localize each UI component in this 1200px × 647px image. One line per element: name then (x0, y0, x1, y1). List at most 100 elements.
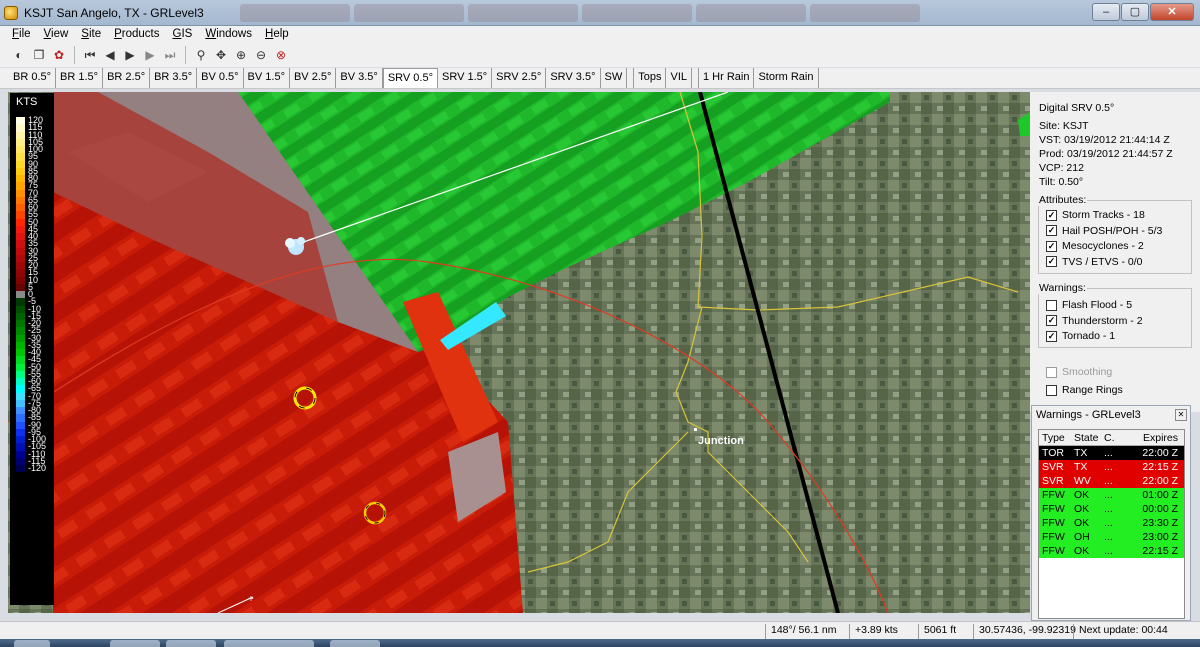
warnings-close-icon[interactable]: ✕ (1175, 409, 1187, 421)
close-button[interactable]: ✕ (1150, 3, 1194, 21)
menu-products[interactable]: Products (108, 26, 166, 43)
table-row[interactable]: FFW OK... 23:30 Z (1039, 516, 1184, 530)
tab-srv-1-5[interactable]: SRV 1.5° (438, 68, 493, 88)
checkbox-box[interactable]: ✓ (1046, 256, 1057, 267)
checkbox-storm-tracks[interactable]: ✓ Storm Tracks - 18 (1046, 209, 1145, 221)
menu-file[interactable]: File (6, 26, 38, 43)
zoom-reset-icon[interactable]: ⊗ (272, 46, 290, 64)
taskbar-app-button[interactable] (224, 640, 314, 647)
cell-type: SVR (1042, 461, 1064, 473)
warnings-title: Warnings: (1038, 282, 1087, 294)
table-row[interactable]: FFW OK... 00:00 Z (1039, 502, 1184, 516)
palette-icon[interactable]: ✿ (50, 46, 68, 64)
tab-br-3-5[interactable]: BR 3.5° (150, 68, 198, 88)
prev-frame-icon[interactable]: ◀ (101, 46, 119, 64)
cell-type: FFW (1042, 545, 1065, 557)
play-icon[interactable]: ▶ (121, 46, 139, 64)
header-county[interactable]: C. (1102, 432, 1118, 444)
zoom-out-icon[interactable]: ⊖ (252, 46, 270, 64)
tab-srv-3-5[interactable]: SRV 3.5° (546, 68, 601, 88)
tab-srv-2-5[interactable]: SRV 2.5° (492, 68, 547, 88)
maximize-button[interactable]: ▢ (1121, 3, 1149, 21)
tab-br-0-5[interactable]: BR 0.5° (9, 68, 57, 88)
checkbox-thunderstorm[interactable]: ✓ Thunderstorm - 2 (1046, 315, 1143, 327)
minimize-button[interactable]: – (1092, 3, 1120, 21)
checkbox-box[interactable]: ✓ (1046, 225, 1057, 236)
tab-bv-0-5[interactable]: BV 0.5° (197, 68, 244, 88)
range-rings-checkbox[interactable]: Range Rings (1046, 384, 1123, 396)
menu-windows[interactable]: Windows (199, 26, 259, 43)
taskbar-app-button[interactable] (110, 640, 160, 647)
background-tab (354, 4, 464, 22)
last-frame-icon[interactable]: ⏭ (161, 46, 179, 64)
tab-bv-3-5[interactable]: BV 3.5° (336, 68, 383, 88)
cell-county: ... (1104, 447, 1113, 459)
checkbox-tvs-etvs[interactable]: ✓ TVS / ETVS - 0/0 (1046, 256, 1143, 268)
checkbox-box[interactable]: ✓ (1046, 315, 1057, 326)
table-row[interactable]: SVR WV... 22:00 Z (1039, 474, 1184, 488)
checkbox-box[interactable]: ✓ (1046, 240, 1057, 252)
pan-icon[interactable]: ✥ (212, 46, 230, 64)
radar-canvas[interactable]: + Junction (8, 92, 1030, 613)
cell-expires: 01:00 Z (1142, 489, 1178, 501)
radar-map[interactable]: + Junction (8, 92, 1030, 613)
header-state[interactable]: State (1068, 432, 1102, 444)
window-title: KSJT San Angelo, TX - GRLevel3 (24, 6, 204, 20)
background-tab (810, 4, 920, 22)
legend-swatch (16, 254, 25, 262)
header-expires[interactable]: Expires (1118, 432, 1184, 444)
menu-gis[interactable]: GIS (167, 26, 200, 43)
checkbox-box[interactable]: ✓ (1046, 330, 1057, 342)
svg-text:+: + (248, 594, 254, 605)
legend-swatch (16, 269, 25, 277)
taskbar-app-button[interactable] (166, 640, 216, 647)
legend-swatch (16, 378, 25, 386)
zoom-icon[interactable]: ⚲ (192, 46, 210, 64)
checkbox-box[interactable] (1046, 384, 1057, 396)
tab-vil[interactable]: VIL (666, 68, 692, 88)
taskbar-app-button[interactable] (330, 640, 380, 647)
checkbox-tornado[interactable]: ✓ Tornado - 1 (1046, 330, 1115, 342)
tab-br-2-5[interactable]: BR 2.5° (103, 68, 151, 88)
tab-tops[interactable]: Tops (633, 68, 667, 88)
legend-swatch (16, 341, 25, 349)
checkbox-box[interactable] (1046, 299, 1057, 311)
checkbox-hail-posh-poh[interactable]: ✓ Hail POSH/POH - 5/3 (1046, 225, 1162, 237)
table-row[interactable]: FFW OH... 23:00 Z (1039, 530, 1184, 544)
checkbox-mesocyclones[interactable]: ✓ Mesocyclones - 2 (1046, 240, 1144, 252)
smoothing-label: Smoothing (1062, 366, 1113, 378)
smoothing-checkbox[interactable]: Smoothing (1046, 366, 1112, 378)
table-row[interactable]: TOR TX... 22:00 Z (1039, 446, 1184, 460)
loop-icon[interactable]: ◐ (10, 46, 28, 64)
tab-srv-0-5[interactable]: SRV 0.5° (382, 68, 438, 88)
tab-bv-2-5[interactable]: BV 2.5° (290, 68, 337, 88)
table-row[interactable]: SVR TX... 22:15 Z (1039, 460, 1184, 474)
legend-swatch (16, 124, 25, 132)
city-marker-icon (694, 428, 697, 431)
next-frame-icon[interactable]: ▶ (141, 46, 159, 64)
menu-help[interactable]: Help (259, 26, 296, 43)
menu-site[interactable]: Site (75, 26, 108, 43)
tab-bv-1-5[interactable]: BV 1.5° (244, 68, 290, 88)
checkbox-flash-flood[interactable]: Flash Flood - 5 (1046, 299, 1132, 311)
status-height: 5061 ft (918, 624, 956, 639)
checkbox-box[interactable]: ✓ (1046, 209, 1057, 221)
zoom-in-icon[interactable]: ⊕ (232, 46, 250, 64)
menu-view[interactable]: View (38, 26, 76, 43)
tab-sw[interactable]: SW (601, 68, 628, 88)
header-type[interactable]: Type (1039, 432, 1068, 444)
tab-br-1-5[interactable]: BR 1.5° (56, 68, 104, 88)
start-button[interactable] (14, 640, 50, 647)
title-bar[interactable]: KSJT San Angelo, TX - GRLevel3 – ▢ ✕ (0, 0, 1200, 26)
legend-swatch (16, 146, 25, 154)
table-row[interactable]: FFW OK... 22:15 Z (1039, 544, 1184, 558)
tab-storm-rain[interactable]: Storm Rain (754, 68, 819, 88)
legend-swatch (16, 399, 25, 407)
status-next-update: Next update: 00:44 (1073, 624, 1168, 639)
copy-icon[interactable]: ❐ (30, 46, 48, 64)
checkbox-box[interactable] (1046, 366, 1057, 378)
tab-1-hr-rain[interactable]: 1 Hr Rain (698, 68, 755, 88)
legend-swatch (16, 298, 25, 306)
first-frame-icon[interactable]: ⏮ (81, 46, 99, 64)
table-row[interactable]: FFW OK... 01:00 Z (1039, 488, 1184, 502)
